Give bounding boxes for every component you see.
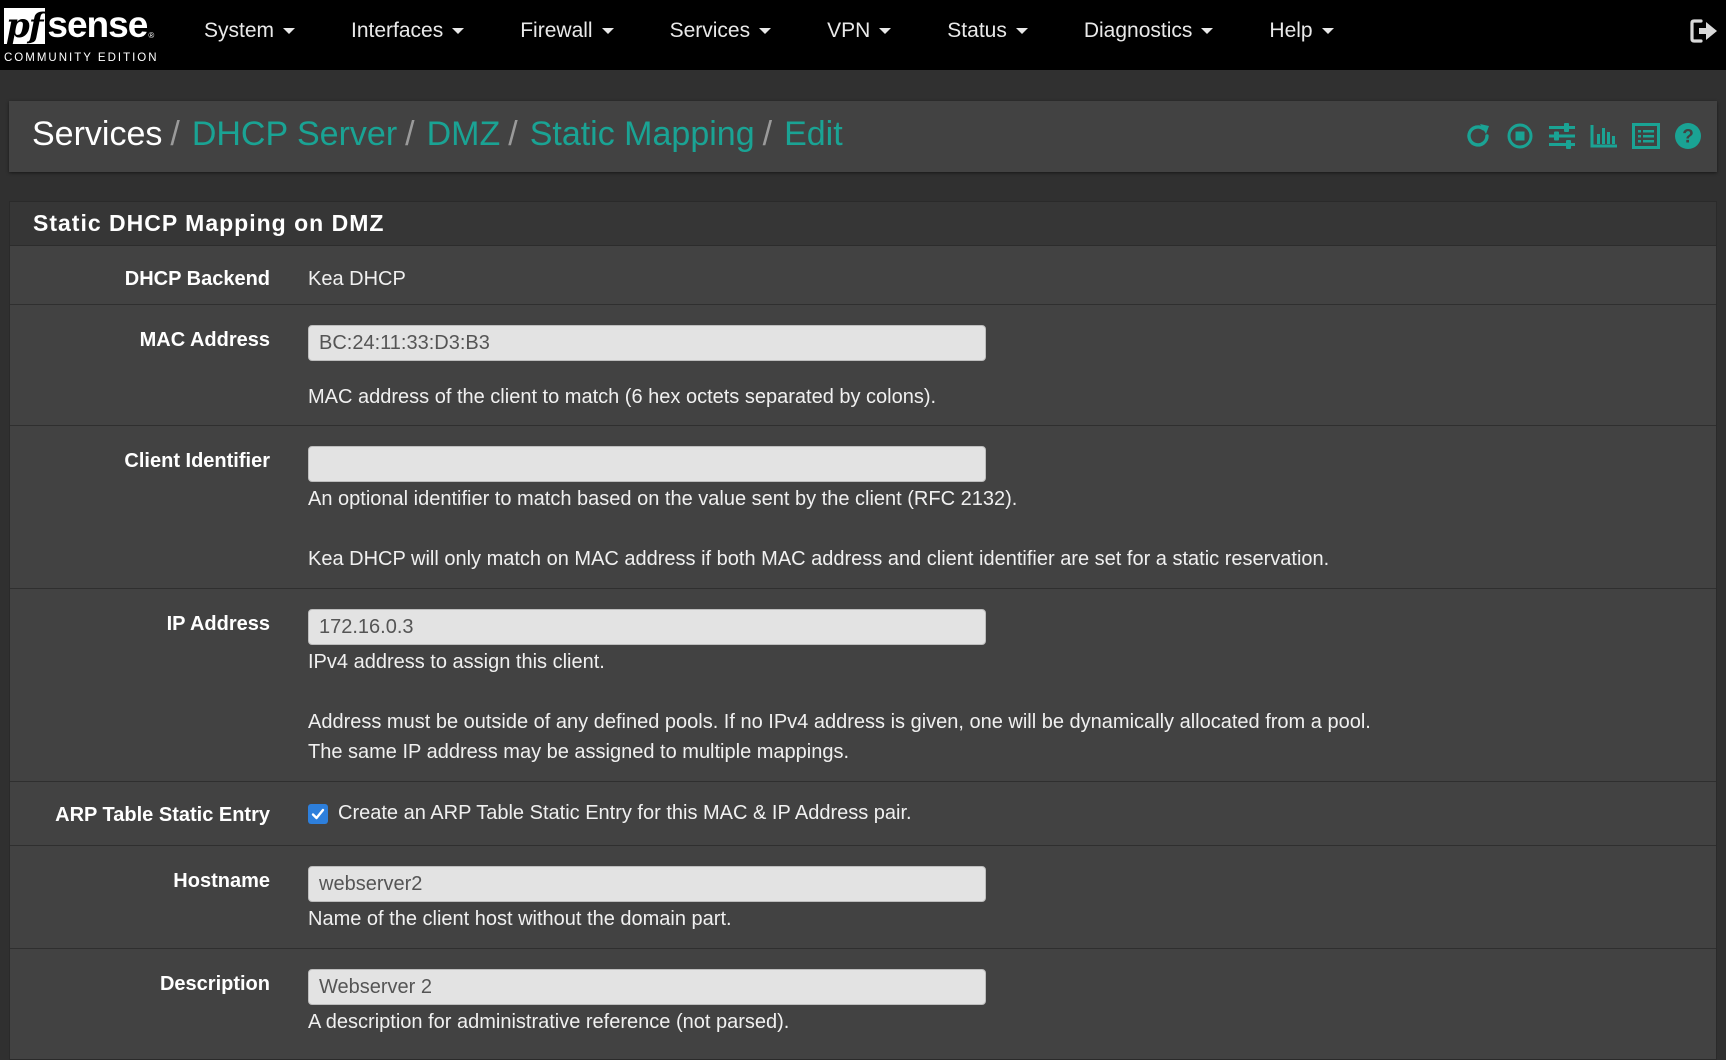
mac-address-help: MAC address of the client to match (6 he… bbox=[308, 386, 937, 408]
ip-address-input[interactable]: 172.16.0.3 bbox=[308, 609, 986, 645]
main-menu: System Interfaces Firewall Services VPN … bbox=[180, 0, 1334, 62]
description-input[interactable]: Webserver 2 bbox=[308, 969, 986, 1005]
logo-pf-mark: pf bbox=[4, 8, 46, 44]
status-chart-icon[interactable] bbox=[1589, 121, 1619, 151]
nav-firewall[interactable]: Firewall bbox=[520, 19, 614, 43]
nav-help-label: Help bbox=[1269, 19, 1313, 42]
mac-address-input[interactable]: BC:24:11:33:D3:B3 bbox=[308, 325, 986, 361]
row-dhcp-backend: DHCP Backend Kea DHCP bbox=[10, 246, 1716, 305]
breadcrumb-services: Services bbox=[32, 115, 163, 153]
client-identifier-note: Kea DHCP will only match on MAC address … bbox=[308, 548, 1330, 570]
nav-status[interactable]: Status bbox=[947, 19, 1028, 43]
hostname-help: Name of the client host without the doma… bbox=[308, 908, 732, 930]
nav-help[interactable]: Help bbox=[1269, 19, 1334, 43]
caret-down-icon bbox=[452, 28, 465, 34]
restart-service-icon[interactable] bbox=[1463, 121, 1493, 151]
row-ip-address: IP Address 172.16.0.3 IPv4 address to as… bbox=[10, 589, 1716, 782]
nav-vpn-label: VPN bbox=[827, 19, 871, 42]
dhcp-backend-value: Kea DHCP bbox=[308, 268, 406, 290]
breadcrumb-separator: / bbox=[508, 115, 518, 153]
breadcrumb-static-mapping[interactable]: Static Mapping bbox=[530, 115, 755, 154]
client-identifier-input[interactable] bbox=[308, 446, 986, 482]
stop-service-icon[interactable] bbox=[1505, 121, 1535, 151]
logo-registered-mark: ® bbox=[148, 31, 155, 40]
nav-status-label: Status bbox=[947, 19, 1007, 42]
breadcrumb-separator: / bbox=[405, 115, 415, 153]
arp-static-entry-text: Create an ARP Table Static Entry for thi… bbox=[338, 802, 912, 824]
breadcrumb-dmz[interactable]: DMZ bbox=[427, 115, 501, 154]
hostname-input[interactable]: webserver2 bbox=[308, 866, 986, 902]
nav-interfaces[interactable]: Interfaces bbox=[351, 19, 465, 43]
arp-static-entry-label: ARP Table Static Entry bbox=[55, 804, 270, 826]
breadcrumb: Services / DHCP Server / DMZ / Static Ma… bbox=[32, 115, 843, 154]
nav-diagnostics[interactable]: Diagnostics bbox=[1084, 19, 1214, 43]
caret-down-icon bbox=[601, 28, 614, 34]
row-arp-static-entry: ARP Table Static Entry Create an ARP Tab… bbox=[10, 782, 1716, 846]
description-label: Description bbox=[159, 973, 270, 995]
ip-address-label: IP Address bbox=[166, 613, 270, 635]
breadcrumb-edit[interactable]: Edit bbox=[784, 115, 843, 154]
nav-services-label: Services bbox=[669, 19, 751, 42]
top-navbar: pf sense ® COMMUNITY EDITION System Inte… bbox=[0, 0, 1726, 70]
help-icon[interactable]: ? bbox=[1673, 121, 1703, 151]
caret-down-icon bbox=[1201, 28, 1214, 34]
row-client-identifier: Client Identifier An optional identifier… bbox=[10, 426, 1716, 589]
nav-vpn[interactable]: VPN bbox=[827, 19, 892, 43]
breadcrumb-separator: / bbox=[170, 115, 180, 153]
ip-address-multi-note: The same IP address may be assigned to m… bbox=[308, 741, 850, 763]
logo-sense-text: sense bbox=[47, 4, 148, 45]
panel-title: Static DHCP Mapping on DMZ bbox=[10, 202, 1716, 246]
logo-edition-text: COMMUNITY EDITION bbox=[4, 52, 159, 64]
arp-static-entry-checkbox[interactable] bbox=[308, 803, 328, 824]
logout-icon[interactable] bbox=[1690, 18, 1718, 44]
settings-sliders-icon[interactable] bbox=[1547, 121, 1577, 151]
nav-interfaces-label: Interfaces bbox=[351, 19, 444, 42]
caret-down-icon bbox=[283, 28, 296, 34]
breadcrumb-dhcp-server[interactable]: DHCP Server bbox=[192, 115, 397, 154]
hostname-label: Hostname bbox=[173, 870, 270, 892]
caret-down-icon bbox=[1015, 28, 1028, 34]
client-identifier-help: An optional identifier to match based on… bbox=[308, 488, 1018, 510]
service-action-icons: ? bbox=[1463, 121, 1703, 151]
row-description: Description Webserver 2 A description fo… bbox=[10, 949, 1716, 1053]
dhcp-backend-label: DHCP Backend bbox=[124, 268, 270, 290]
checkmark-icon bbox=[311, 808, 325, 819]
static-mapping-panel: Static DHCP Mapping on DMZ DHCP Backend … bbox=[9, 201, 1717, 1060]
nav-diagnostics-label: Diagnostics bbox=[1083, 19, 1193, 42]
description-help: A description for administrative referen… bbox=[308, 1011, 790, 1033]
row-mac-address: MAC Address BC:24:11:33:D3:B3 MAC addres… bbox=[10, 305, 1716, 426]
pfsense-logo[interactable]: pf sense ® COMMUNITY EDITION bbox=[2, 2, 167, 66]
breadcrumb-separator: / bbox=[762, 115, 773, 153]
ip-address-help: IPv4 address to assign this client. bbox=[308, 651, 605, 673]
log-list-icon[interactable] bbox=[1631, 121, 1661, 151]
nav-system-label: System bbox=[204, 19, 275, 42]
breadcrumb-bar: Services / DHCP Server / DMZ / Static Ma… bbox=[9, 101, 1717, 172]
nav-firewall-label: Firewall bbox=[520, 19, 593, 42]
caret-down-icon bbox=[759, 28, 772, 34]
nav-system[interactable]: System bbox=[204, 19, 296, 43]
caret-down-icon bbox=[1321, 28, 1334, 34]
caret-down-icon bbox=[879, 28, 892, 34]
ip-address-pool-note: Address must be outside of any defined p… bbox=[308, 711, 1371, 733]
client-identifier-label: Client Identifier bbox=[124, 450, 270, 472]
nav-services[interactable]: Services bbox=[670, 19, 772, 43]
row-hostname: Hostname webserver2 Name of the client h… bbox=[10, 846, 1716, 949]
svg-text:?: ? bbox=[1682, 127, 1694, 148]
mac-address-label: MAC Address bbox=[139, 329, 270, 351]
